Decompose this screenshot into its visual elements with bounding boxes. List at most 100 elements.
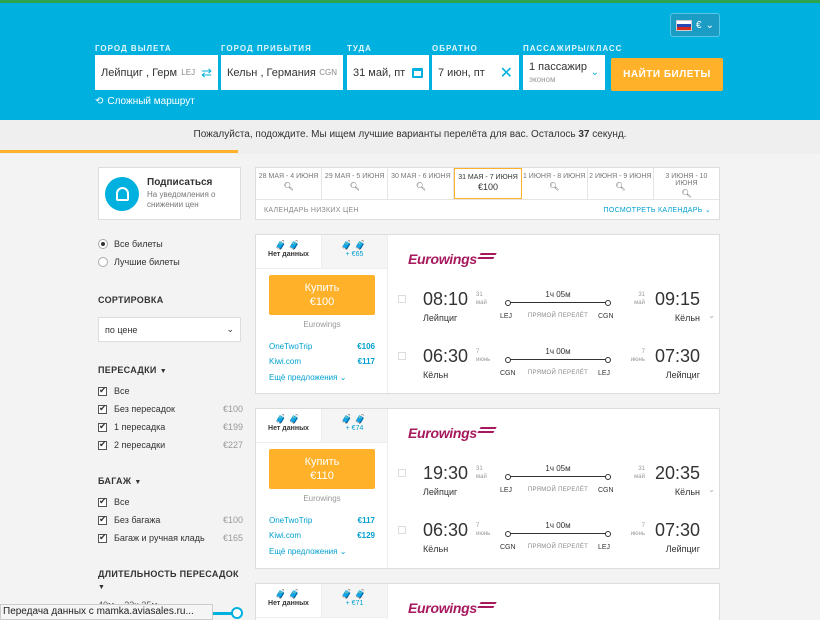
checkbox[interactable] <box>98 403 107 414</box>
direct-flight-label: ПРЯМОЙ ПЕРЕЛЁТ <box>527 370 589 376</box>
departure-day: 31 <box>476 292 483 298</box>
search-icon: 🔍︎ <box>681 189 692 198</box>
offer-row[interactable]: Kiwi.com €117 <box>269 357 375 366</box>
arrival-date: 7 июнь <box>631 522 645 538</box>
return-field[interactable]: 7 июн, пт ✕ <box>432 55 519 90</box>
from-label: ГОРОД ВЫЛЕТА <box>95 44 172 53</box>
checkbox[interactable] <box>98 496 107 507</box>
baggage-option[interactable]: Все <box>98 493 243 511</box>
offer-row[interactable]: Kiwi.com €129 <box>269 531 375 540</box>
passengers-field[interactable]: 1 пассажир эконом ⌄ <box>523 55 605 90</box>
buy-button[interactable]: Купить €110 <box>269 449 375 489</box>
radio-all-tickets[interactable]: Все билеты <box>98 235 243 253</box>
return-label: ОБРАТНО <box>432 44 478 53</box>
with-baggage-tab[interactable]: 🧳🧳 + €65 <box>322 235 387 268</box>
arrival-month: июнь <box>630 357 645 363</box>
calendar-cell[interactable]: 28 МАЯ - 4 ИЮНЯ 🔍︎ <box>256 168 323 199</box>
buy-label: Купить <box>304 456 340 468</box>
radio-best-tickets[interactable]: Лучшие билеты <box>98 253 243 271</box>
expand-chevron-icon[interactable]: ⌄ <box>708 311 715 320</box>
search-icon: 🔍︎ <box>615 182 626 191</box>
checkbox[interactable] <box>98 532 107 543</box>
caret-down-icon: ▼ <box>98 584 105 591</box>
with-baggage-tab[interactable]: 🧳🧳 + €71 <box>322 584 387 617</box>
baggage-option-label: Багаж и ручная кладь <box>114 533 205 543</box>
with-baggage-tab[interactable]: 🧳🧳 + €74 <box>322 409 387 442</box>
radio-label: Лучшие билеты <box>114 257 180 267</box>
departure-time: 08:10 <box>423 289 469 309</box>
view-calendar-link[interactable]: ПОСМОТРЕТЬ КАЛЕНДАРЬ ⌄ <box>604 206 711 214</box>
complex-route-link[interactable]: ⟲ Сложный маршрут <box>95 96 195 107</box>
low-price-calendar-label: КАЛЕНДАРЬ НИЗКИХ ЦЕН <box>264 206 359 214</box>
checkbox[interactable] <box>98 421 107 432</box>
stops-option-label: 1 пересадка <box>114 422 166 432</box>
no-data-label: Нет данных <box>268 600 309 607</box>
clear-icon[interactable]: ✕ <box>500 63 513 83</box>
flight-duration: 1ч 05м <box>545 464 571 473</box>
segment-checkbox[interactable] <box>398 469 406 477</box>
checkbox[interactable] <box>98 439 107 450</box>
ticket-buy-box: 🧳🧳 Нет данных 🧳🧳 + €65 Купить €100 Eurowing… <box>256 235 388 393</box>
buy-price: €110 <box>310 470 334 482</box>
checkbox[interactable] <box>98 385 107 396</box>
no-baggage-tab[interactable]: 🧳🧳 Нет данных <box>256 235 322 268</box>
buy-button[interactable]: Купить €100 <box>269 275 375 315</box>
flight-segment: 06:30 7 июнь Кёльн 1ч 00м CGN ПРЯМОЙ ПЕРЕ… <box>388 512 718 557</box>
more-offers-link[interactable]: Ещё предложения ⌄ <box>269 373 346 382</box>
layover-filter-header[interactable]: ДЛИТЕЛЬНОСТЬ ПЕРЕСАДОК ▼ <box>98 568 243 592</box>
baggage-option[interactable]: Багаж и ручная кладь €165 <box>98 529 243 547</box>
no-baggage-tab[interactable]: 🧳🧳 Нет данных <box>256 409 322 442</box>
baggage-option-label: Все <box>114 497 130 507</box>
chevron-down-icon: ⌄ <box>226 324 234 334</box>
depart-field[interactable]: 31 май, пт <box>347 55 429 90</box>
baggage-option[interactable]: Без багажа €100 <box>98 511 243 529</box>
stops-option[interactable]: Без пересадок €100 <box>98 400 243 418</box>
russia-flag-icon <box>676 19 693 31</box>
offer-row[interactable]: OneTwoTrip €106 <box>269 342 375 351</box>
radio-button[interactable] <box>98 239 108 249</box>
radio-button[interactable] <box>98 257 108 267</box>
stops-option[interactable]: Все <box>98 382 243 400</box>
stops-filter-header[interactable]: ПЕРЕСАДКИ ▼ <box>98 364 243 376</box>
browser-status-bar: Передача данных с mamka.aviasales.ru... <box>0 604 213 620</box>
checkbox[interactable] <box>98 514 107 525</box>
calendar-cell[interactable]: 30 МАЯ - 6 ИЮНЯ 🔍︎ <box>388 168 455 199</box>
ticket-card: 🧳🧳 Нет данных 🧳🧳 + €65 Купить €100 Eurowing… <box>255 234 720 394</box>
segment-checkbox[interactable] <box>398 526 406 534</box>
currency-label: € <box>696 19 702 31</box>
passengers-value: 1 пассажир <box>529 61 587 73</box>
calendar-cell[interactable]: 3 ИЮНЯ - 10 ИЮНЯ 🔍︎ <box>654 168 719 199</box>
no-baggage-tab[interactable]: 🧳🧳 Нет данных <box>256 584 322 617</box>
airline-logo: Eurowings <box>408 251 497 267</box>
calendar-cell[interactable]: 1 ИЮНЯ - 8 ИЮНЯ 🔍︎ <box>522 168 588 199</box>
stops-option[interactable]: 2 пересадки €227 <box>98 436 243 454</box>
swap-icon[interactable]: ⇄ <box>201 65 212 81</box>
offer-row[interactable]: OneTwoTrip €117 <box>269 516 375 525</box>
from-field[interactable]: Лейпциг , Герм LEJ ⇄ <box>95 55 218 90</box>
stops-option[interactable]: 1 пересадка €199 <box>98 418 243 436</box>
stops-option-price: €227 <box>222 440 243 450</box>
segment-checkbox[interactable] <box>398 295 406 303</box>
chevron-down-icon: ⌄ <box>339 547 347 556</box>
search-button[interactable]: НАЙТИ БИЛЕТЫ <box>611 58 723 91</box>
to-field[interactable]: Кельн , Германия CGN <box>221 55 343 90</box>
segment-checkbox[interactable] <box>398 352 406 360</box>
departure-day: 7 <box>476 523 480 529</box>
calendar-cell-selected[interactable]: 31 МАЯ - 7 ИЮНЯ €100 <box>454 168 522 199</box>
departure-day: 7 <box>476 349 480 355</box>
calendar-cell[interactable]: 29 МАЯ - 5 ИЮНЯ 🔍︎ <box>322 168 389 199</box>
sort-select[interactable]: по цене ⌄ <box>98 317 241 342</box>
more-offers-link[interactable]: Ещё предложения ⌄ <box>269 547 346 556</box>
flight-segment: 06:30 7 июнь Кёльн 1ч 00м CGN ПРЯМОЙ ПЕРЕ… <box>388 338 718 383</box>
chevron-down-icon: ⌄ <box>339 373 347 382</box>
calendar-cell[interactable]: 2 ИЮНЯ - 9 ИЮНЯ 🔍︎ <box>588 168 654 199</box>
stops-option-price: €199 <box>222 422 243 432</box>
baggage-filter-header[interactable]: БАГАЖ ▼ <box>98 475 243 487</box>
subscribe-box[interactable]: Подписаться На уведомления о снижении це… <box>98 167 241 220</box>
layover-slider-handle[interactable] <box>231 607 243 619</box>
calendar-icon[interactable] <box>412 67 423 78</box>
expand-chevron-icon[interactable]: ⌄ <box>708 485 715 494</box>
price-calendar: 28 МАЯ - 4 ИЮНЯ 🔍︎ 29 МАЯ - 5 ИЮНЯ 🔍︎ 30 М… <box>255 167 720 220</box>
currency-selector[interactable]: € ⌄ <box>670 13 720 37</box>
ticket-buy-box: 🧳🧳 Нет данных 🧳🧳 + €71 <box>256 584 388 620</box>
